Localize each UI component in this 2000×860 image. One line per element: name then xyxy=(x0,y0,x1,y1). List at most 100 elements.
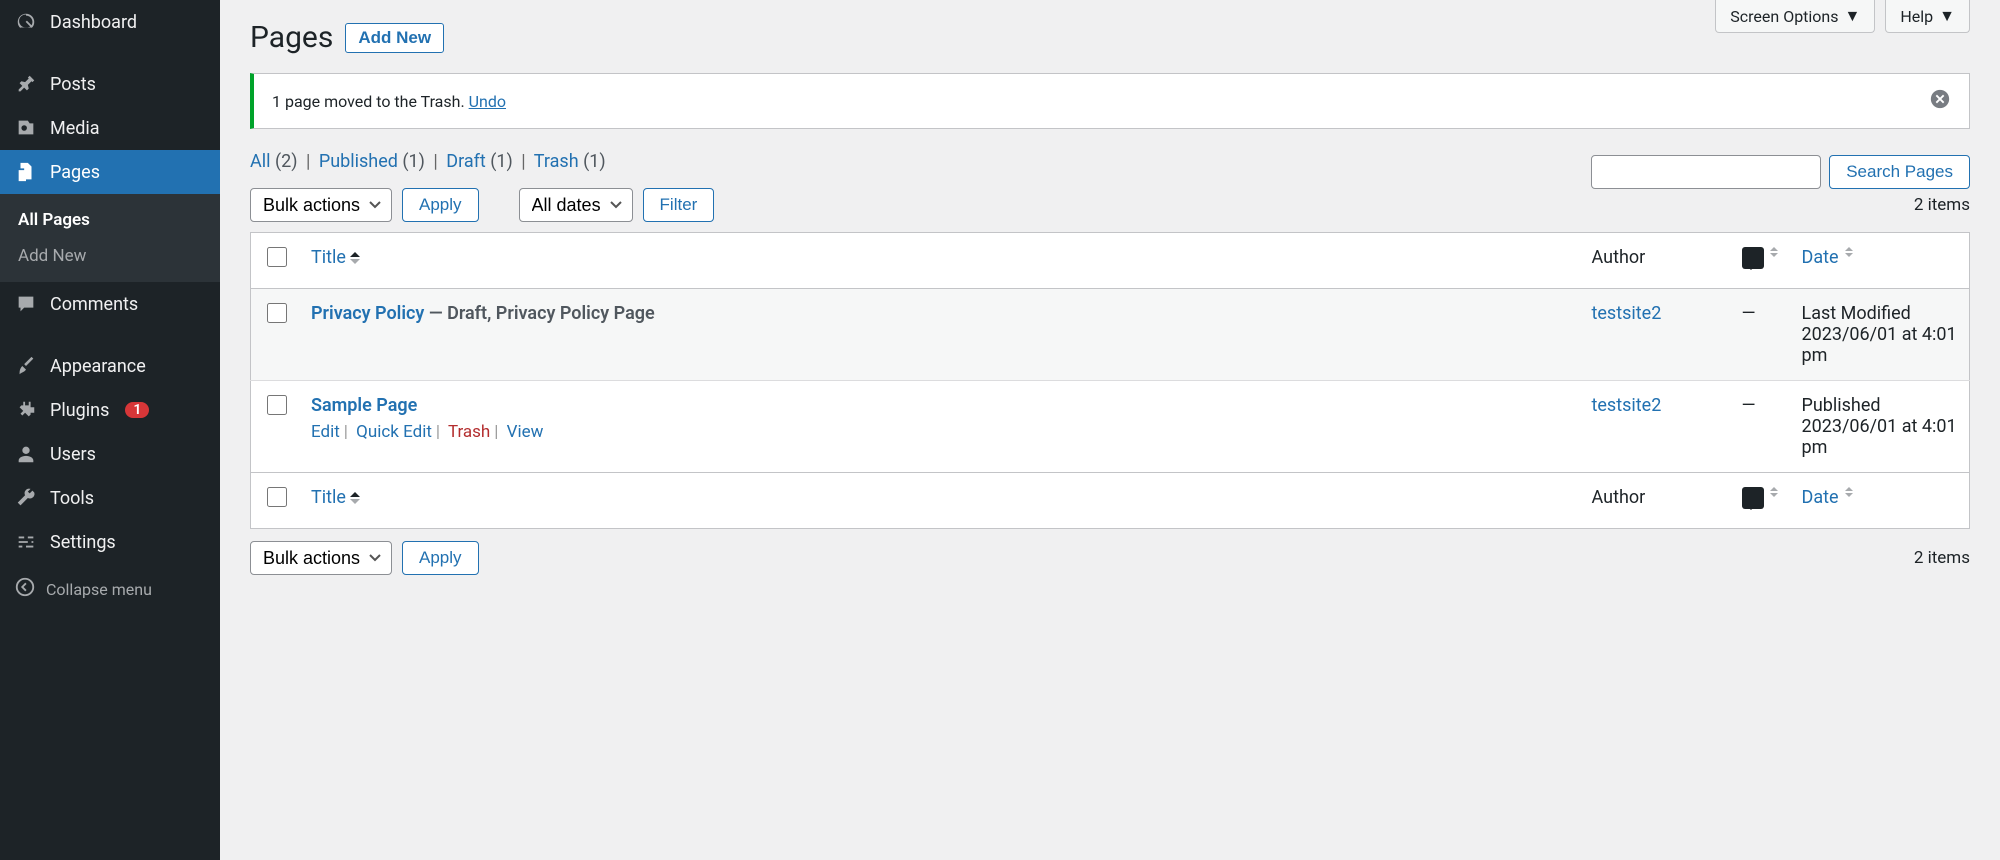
notice-text: 1 page moved to the Trash. Undo xyxy=(272,92,506,111)
col-date-foot[interactable]: Date xyxy=(1790,473,1970,529)
comment-count: — xyxy=(1730,381,1790,473)
post-state: — Draft, Privacy Policy Page xyxy=(424,303,654,324)
author-link[interactable]: testsite2 xyxy=(1592,395,1662,416)
filter-all[interactable]: All xyxy=(250,151,271,172)
col-title-foot[interactable]: Title xyxy=(299,473,1580,529)
sidebar-item-users[interactable]: Users xyxy=(0,432,220,476)
select-all-checkbox[interactable] xyxy=(267,247,287,267)
trash-link[interactable]: Trash xyxy=(448,422,490,442)
sidebar-item-tools[interactable]: Tools xyxy=(0,476,220,520)
col-author[interactable]: Author xyxy=(1580,233,1730,289)
filter-button[interactable]: Filter xyxy=(643,188,715,222)
sidebar-item-pages[interactable]: Pages xyxy=(0,150,220,194)
bulk-actions-select-bottom[interactable]: Bulk actions xyxy=(250,541,392,575)
submenu-all-pages[interactable]: All Pages xyxy=(0,202,220,238)
date-cell: Last Modified2023/06/01 at 4:01 pm xyxy=(1790,289,1970,381)
pin-icon xyxy=(14,72,38,96)
sort-icon xyxy=(1770,487,1778,497)
wrench-icon xyxy=(14,486,38,510)
brush-icon xyxy=(14,354,38,378)
sort-icon xyxy=(350,492,360,504)
add-new-button[interactable]: Add New xyxy=(345,23,444,53)
col-date[interactable]: Date xyxy=(1790,233,1970,289)
submenu-add-new[interactable]: Add New xyxy=(0,238,220,274)
sidebar-label: Appearance xyxy=(50,356,146,377)
comment-icon xyxy=(1742,247,1764,269)
edit-link[interactable]: Edit xyxy=(311,422,340,442)
gauge-icon xyxy=(14,10,38,34)
row-checkbox[interactable] xyxy=(267,303,287,323)
page-title-link[interactable]: Sample Page xyxy=(311,395,417,416)
collapse-label: Collapse menu xyxy=(46,580,152,599)
sidebar-label: Tools xyxy=(50,488,94,509)
sidebar-label: Dashboard xyxy=(50,12,137,33)
filter-published[interactable]: Published xyxy=(319,151,398,172)
media-icon xyxy=(14,116,38,140)
main-content: Screen Options▼ Help▼ Pages Add New 1 pa… xyxy=(220,0,2000,860)
sidebar-submenu: All Pages Add New xyxy=(0,194,220,282)
sidebar-label: Comments xyxy=(50,294,138,315)
col-comments-foot[interactable] xyxy=(1730,473,1790,529)
chevron-down-icon: ▼ xyxy=(1939,6,1955,26)
plug-icon xyxy=(14,398,38,422)
author-link[interactable]: testsite2 xyxy=(1592,303,1662,324)
table-row: Sample Page Edit| Quick Edit| Trash| Vie… xyxy=(251,381,1970,473)
search-input[interactable] xyxy=(1591,155,1821,189)
row-checkbox[interactable] xyxy=(267,395,287,415)
view-link[interactable]: View xyxy=(507,422,544,442)
sidebar-item-appearance[interactable]: Appearance xyxy=(0,344,220,388)
quick-edit-link[interactable]: Quick Edit xyxy=(356,422,432,442)
col-title[interactable]: Title xyxy=(299,233,1580,289)
pages-table: Title Author Date Privacy Policy — Draft… xyxy=(250,232,1970,529)
date-filter-select[interactable]: All dates xyxy=(519,188,633,222)
date-cell: Published2023/06/01 at 4:01 pm xyxy=(1790,381,1970,473)
sidebar-label: Users xyxy=(50,444,96,465)
sidebar-item-plugins[interactable]: Plugins 1 xyxy=(0,388,220,432)
sort-icon xyxy=(1845,247,1853,257)
sort-icon xyxy=(1770,247,1778,257)
collapse-menu[interactable]: Collapse menu xyxy=(0,564,220,614)
page-title-link[interactable]: Privacy Policy xyxy=(311,303,424,324)
search-pages-button[interactable]: Search Pages xyxy=(1829,155,1970,189)
chevron-down-icon: ▼ xyxy=(1845,6,1861,26)
sort-icon xyxy=(1845,487,1853,497)
admin-notice: 1 page moved to the Trash. Undo xyxy=(250,73,1970,129)
help-button[interactable]: Help▼ xyxy=(1885,0,1970,33)
sidebar-label: Settings xyxy=(50,532,116,553)
admin-sidebar: Dashboard Posts Media Pages All Pages Ad… xyxy=(0,0,220,860)
sidebar-item-settings[interactable]: Settings xyxy=(0,520,220,564)
col-comments[interactable] xyxy=(1730,233,1790,289)
pages-icon xyxy=(14,160,38,184)
sidebar-label: Pages xyxy=(50,162,100,183)
row-actions: Edit| Quick Edit| Trash| View xyxy=(311,422,1568,442)
plugin-update-badge: 1 xyxy=(125,402,149,418)
screen-options-button[interactable]: Screen Options▼ xyxy=(1715,0,1875,33)
sidebar-item-media[interactable]: Media xyxy=(0,106,220,150)
sidebar-item-posts[interactable]: Posts xyxy=(0,62,220,106)
bulk-actions-select[interactable]: Bulk actions xyxy=(250,188,392,222)
comment-count: — xyxy=(1730,289,1790,381)
sidebar-label: Media xyxy=(50,118,100,139)
collapse-icon xyxy=(14,576,36,602)
comment-icon xyxy=(14,292,38,316)
undo-link[interactable]: Undo xyxy=(469,92,506,111)
page-title: Pages xyxy=(250,20,333,55)
sidebar-item-comments[interactable]: Comments xyxy=(0,282,220,326)
apply-bulk-button-bottom[interactable]: Apply xyxy=(402,541,479,575)
select-all-checkbox-bottom[interactable] xyxy=(267,487,287,507)
sliders-icon xyxy=(14,530,38,554)
sidebar-label: Plugins xyxy=(50,400,109,421)
user-icon xyxy=(14,442,38,466)
sidebar-label: Posts xyxy=(50,74,96,95)
table-row: Privacy Policy — Draft, Privacy Policy P… xyxy=(251,289,1970,381)
filter-draft[interactable]: Draft xyxy=(446,151,486,172)
item-count-bottom: 2 items xyxy=(1914,548,1970,568)
col-author-foot[interactable]: Author xyxy=(1580,473,1730,529)
filter-trash[interactable]: Trash xyxy=(534,151,579,172)
sort-icon xyxy=(350,252,360,264)
item-count-top: 2 items xyxy=(1914,195,1970,215)
sidebar-item-dashboard[interactable]: Dashboard xyxy=(0,0,220,44)
comment-icon xyxy=(1742,487,1764,509)
dismiss-notice-icon[interactable] xyxy=(1929,88,1951,114)
apply-bulk-button[interactable]: Apply xyxy=(402,188,479,222)
